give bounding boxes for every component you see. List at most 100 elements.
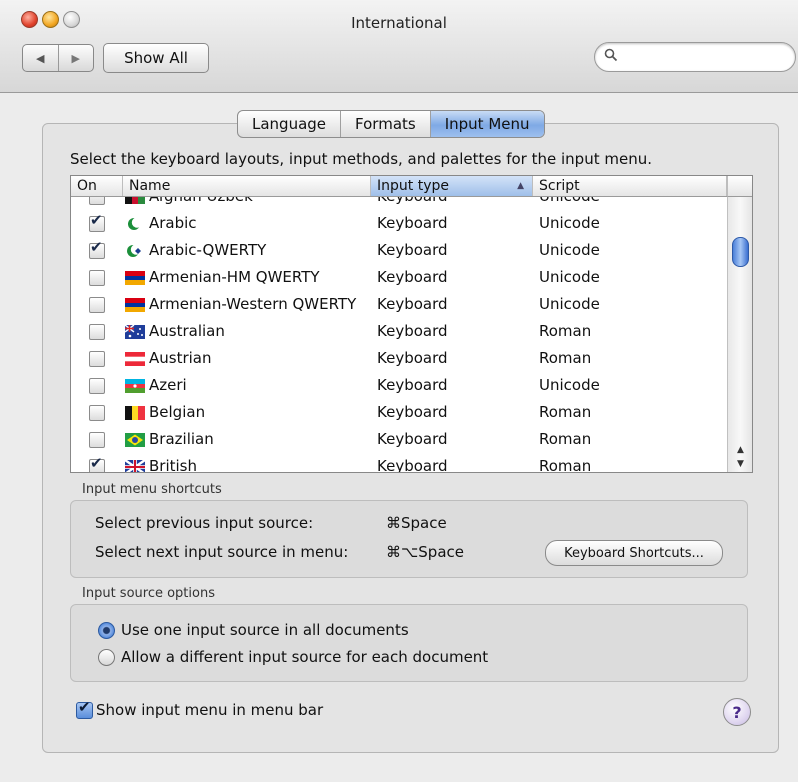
table-row[interactable]: Brazilian Keyboard Roman <box>71 426 727 453</box>
search-input[interactable] <box>625 47 779 67</box>
column-header-on[interactable]: On <box>71 176 123 196</box>
radio-different-source-label[interactable]: Allow a different input source for each … <box>121 648 488 666</box>
row-script: Unicode <box>539 295 600 313</box>
row-name: Brazilian <box>149 430 214 448</box>
show-menu-checkbox[interactable] <box>76 698 93 719</box>
row-checkbox[interactable] <box>89 270 105 286</box>
row-name: Belgian <box>149 403 206 421</box>
row-name: Austrian <box>149 349 212 367</box>
next-source-shortcut[interactable]: ⌘⌥Space <box>386 543 464 561</box>
instructions-text: Select the keyboard layouts, input metho… <box>70 150 652 168</box>
table-row[interactable]: Arabic Keyboard Unicode <box>71 210 727 237</box>
row-script: Roman <box>539 403 592 421</box>
row-script: Roman <box>539 322 592 340</box>
row-checkbox[interactable] <box>89 197 105 205</box>
table-row[interactable]: Austrian Keyboard Roman <box>71 345 727 372</box>
australia-flag-icon <box>125 325 145 339</box>
row-name: British <box>149 457 197 472</box>
column-header-input-type[interactable]: Input type ▲ <box>371 176 533 196</box>
row-name: Afghan Uzbek <box>149 197 253 210</box>
row-checkbox[interactable] <box>89 405 105 421</box>
uk-flag-icon <box>125 460 145 472</box>
arabic-crescent-icon <box>128 217 143 230</box>
row-type: Keyboard <box>377 376 448 394</box>
vertical-scrollbar[interactable]: ▲ ▼ <box>727 197 752 472</box>
row-type: Keyboard <box>377 214 448 232</box>
forward-button[interactable]: ▶ <box>59 45 94 71</box>
row-type: Keyboard <box>377 295 448 313</box>
table-row[interactable]: Armenian-Western QWERTY Keyboard Unicode <box>71 291 727 318</box>
keyboard-shortcuts-button[interactable]: Keyboard Shortcuts... <box>545 540 723 566</box>
help-button[interactable]: ? <box>723 698 751 726</box>
row-script: Unicode <box>539 376 600 394</box>
preferences-window: International ◀ ▶ Show All Language Form… <box>0 0 798 782</box>
tab-language[interactable]: Language <box>238 111 342 137</box>
row-checkbox[interactable] <box>89 211 105 232</box>
row-checkbox[interactable] <box>89 378 105 394</box>
row-checkbox[interactable] <box>89 454 105 472</box>
table-row[interactable]: Armenian-HM QWERTY Keyboard Unicode <box>71 264 727 291</box>
scroll-down-arrow-icon[interactable]: ▼ <box>728 457 752 471</box>
column-header-script[interactable]: Script <box>533 176 727 196</box>
table-row[interactable]: Azeri Keyboard Unicode <box>71 372 727 399</box>
radio-one-source-label[interactable]: Use one input source in all documents <box>121 621 409 639</box>
show-all-button[interactable]: Show All <box>103 43 209 73</box>
prev-source-label: Select previous input source: <box>95 514 314 532</box>
radio-one-source[interactable] <box>98 622 115 639</box>
options-group-label: Input source options <box>82 586 215 601</box>
search-field[interactable] <box>594 42 796 72</box>
austria-flag-icon <box>125 352 145 366</box>
row-name: Armenian-HM QWERTY <box>149 268 320 286</box>
tab-bar: Language Formats Input Menu <box>237 110 545 138</box>
row-type: Keyboard <box>377 349 448 367</box>
prev-source-shortcut[interactable]: ⌘Space <box>386 514 447 532</box>
tab-input-menu[interactable]: Input Menu <box>430 111 544 137</box>
row-script: Roman <box>539 349 592 367</box>
shortcuts-group <box>70 500 748 578</box>
row-script: Roman <box>539 457 592 472</box>
tab-formats[interactable]: Formats <box>341 111 431 137</box>
azerbaijan-flag-icon <box>125 379 145 393</box>
row-type: Keyboard <box>377 403 448 421</box>
row-name: Armenian-Western QWERTY <box>149 295 357 313</box>
afghan-uzbek-flag-icon <box>125 197 145 204</box>
radio-different-source[interactable] <box>98 649 115 666</box>
window-title: International <box>351 14 447 32</box>
title-bar: International ◀ ▶ Show All <box>0 0 798 93</box>
arabic-qwerty-icon <box>127 244 142 257</box>
scroll-up-arrow-icon[interactable]: ▲ <box>728 443 752 457</box>
row-checkbox[interactable] <box>89 432 105 448</box>
row-type: Keyboard <box>377 430 448 448</box>
row-checkbox[interactable] <box>89 297 105 313</box>
table-row[interactable]: Afghan Uzbek Keyboard Unicode <box>71 197 727 210</box>
row-script: Roman <box>539 430 592 448</box>
table-header: On Name Input type ▲ Script <box>71 176 727 197</box>
armenia-flag-icon <box>125 298 145 312</box>
column-header-name[interactable]: Name <box>123 176 371 196</box>
table-rows: Afghan Uzbek Keyboard Unicode Arabic Key… <box>71 197 727 472</box>
brazil-flag-icon <box>125 433 145 447</box>
row-name: Arabic <box>149 214 197 232</box>
back-button[interactable]: ◀ <box>23 45 59 71</box>
show-menu-label[interactable]: Show input menu in menu bar <box>96 701 323 719</box>
table-row[interactable]: Arabic-QWERTY Keyboard Unicode <box>71 237 727 264</box>
row-name: Arabic-QWERTY <box>149 241 267 259</box>
row-script: Unicode <box>539 214 600 232</box>
row-checkbox[interactable] <box>89 238 105 259</box>
sort-ascending-icon: ▲ <box>517 181 524 191</box>
row-checkbox[interactable] <box>89 351 105 367</box>
row-type: Keyboard <box>377 322 448 340</box>
input-source-table: On Name Input type ▲ Script Afghan Uzbek… <box>70 175 753 473</box>
row-type: Keyboard <box>377 268 448 286</box>
row-name: Azeri <box>149 376 187 394</box>
row-name: Australian <box>149 322 225 340</box>
back-forward-control: ◀ ▶ <box>22 44 94 72</box>
table-row[interactable]: British Keyboard Roman <box>71 453 727 472</box>
row-checkbox[interactable] <box>89 324 105 340</box>
next-source-label: Select next input source in menu: <box>95 543 349 561</box>
scrollbar-thumb[interactable] <box>732 237 749 267</box>
table-row[interactable]: Australian Keyboard Roman <box>71 318 727 345</box>
table-row[interactable]: Belgian Keyboard Roman <box>71 399 727 426</box>
shortcuts-group-label: Input menu shortcuts <box>82 482 222 497</box>
row-type: Keyboard <box>377 241 448 259</box>
